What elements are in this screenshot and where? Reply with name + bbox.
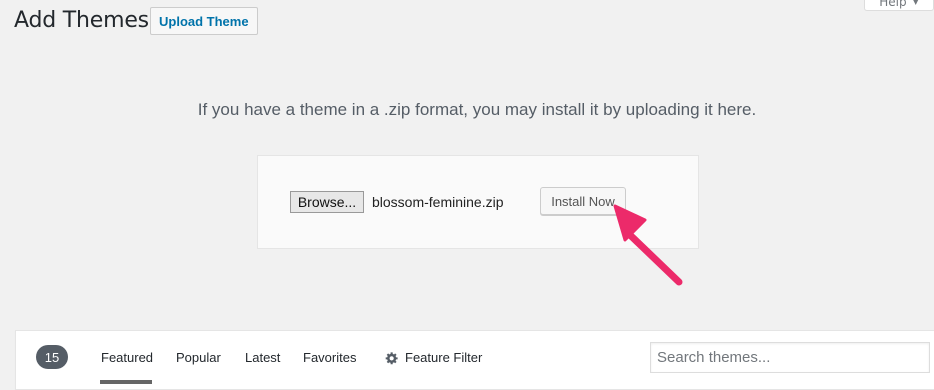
gear-icon xyxy=(385,351,398,364)
filter-featured[interactable]: Featured xyxy=(101,350,153,365)
filter-popular[interactable]: Popular xyxy=(176,350,221,365)
feature-filter-button[interactable]: Feature Filter xyxy=(385,350,482,365)
theme-count-badge: 15 xyxy=(36,345,68,369)
filter-favorites[interactable]: Favorites xyxy=(303,350,356,365)
upload-help-text: If you have a theme in a .zip format, yo… xyxy=(197,100,757,119)
upload-theme-button[interactable]: Upload Theme xyxy=(150,7,258,35)
selected-file-name: blossom-feminine.zip xyxy=(372,194,504,210)
current-filter-indicator xyxy=(100,380,152,384)
page-title: Add Themes xyxy=(14,8,149,33)
search-themes-input[interactable] xyxy=(650,342,930,373)
caret-down-icon: ▼ xyxy=(912,0,919,6)
help-tab-label: Help xyxy=(879,0,907,9)
annotation-arrow xyxy=(613,204,683,286)
help-tab[interactable]: Help ▼ xyxy=(864,0,934,11)
feature-filter-label: Feature Filter xyxy=(405,350,483,365)
filter-latest[interactable]: Latest xyxy=(245,350,280,365)
browse-button[interactable]: Browse... xyxy=(290,191,364,213)
